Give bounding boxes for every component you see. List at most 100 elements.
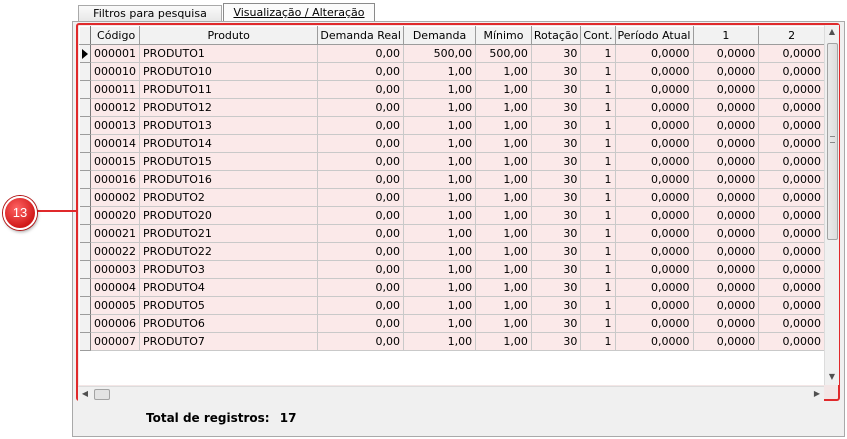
table-row[interactable]: 000004 PRODUTO4 0,00 1,00 1,00 30 1 0,0000 0,000… (79, 278, 825, 297)
tab-visualizacao[interactable]: Visualização / Alteração (223, 3, 375, 23)
grid-cell[interactable]: 1,00 (475, 134, 532, 153)
grid-cell[interactable]: PRODUTO1 (139, 44, 319, 63)
horizontal-scroll-thumb[interactable] (94, 389, 110, 400)
column-header-2[interactable]: 2 (758, 26, 825, 45)
table-row[interactable]: 000013 PRODUTO13 0,00 1,00 1,00 30 1 0,0000 0,00… (79, 116, 825, 135)
grid-cell[interactable]: 000003 (90, 260, 141, 279)
grid-cell[interactable]: 0,0000 (615, 296, 694, 315)
grid-cell[interactable]: 000005 (90, 296, 141, 315)
table-row[interactable]: 000010 PRODUTO10 0,00 1,00 1,00 30 1 0,0000 0,00… (79, 62, 825, 81)
grid-cell[interactable]: 0,0000 (758, 224, 825, 243)
grid-cell[interactable]: 1,00 (403, 116, 477, 135)
grid-cell[interactable]: PRODUTO7 (139, 332, 319, 351)
grid-cell[interactable]: 0,00 (317, 98, 404, 117)
grid-cell[interactable]: 1,00 (403, 188, 477, 207)
row-indicator-cell[interactable] (79, 296, 92, 315)
grid-cell[interactable]: 0,0000 (758, 134, 825, 153)
grid-cell[interactable]: 000007 (90, 332, 141, 351)
grid-cell[interactable]: 0,0000 (693, 152, 760, 171)
row-indicator-cell[interactable] (79, 80, 92, 99)
grid-cell[interactable]: 1 (580, 278, 616, 297)
row-indicator-cell[interactable] (79, 44, 92, 63)
table-row[interactable]: 000007 PRODUTO7 0,00 1,00 1,00 30 1 0,0000 0,000… (79, 332, 825, 351)
grid-cell[interactable]: 0,00 (317, 80, 404, 99)
grid-cell[interactable]: 0,0000 (615, 224, 694, 243)
column-header-periodo-atual[interactable]: Período Atual (614, 26, 694, 45)
row-indicator-cell[interactable] (79, 170, 92, 189)
column-header-codigo[interactable]: Código (90, 26, 141, 45)
grid-cell[interactable]: 1 (580, 152, 616, 171)
grid-cell[interactable]: 1 (580, 98, 616, 117)
table-row[interactable]: 000016 PRODUTO16 0,00 1,00 1,00 30 1 0,0000 0,00… (79, 170, 825, 189)
grid-cell[interactable]: 000014 (90, 134, 141, 153)
grid-cell[interactable]: PRODUTO4 (139, 278, 319, 297)
grid-cell[interactable]: 30 (531, 170, 582, 189)
grid-cell[interactable]: 0,0000 (693, 62, 760, 81)
grid-cell[interactable]: 1 (580, 314, 616, 333)
grid-cell[interactable]: 0,0000 (693, 332, 760, 351)
grid-cell[interactable]: 0,0000 (615, 314, 694, 333)
grid-cell[interactable]: 1,00 (475, 170, 532, 189)
grid-cell[interactable]: 1,00 (475, 296, 532, 315)
grid-cell[interactable]: 30 (531, 134, 582, 153)
grid-cell[interactable]: 0,0000 (693, 134, 760, 153)
grid-cell[interactable]: 1,00 (403, 134, 477, 153)
grid-cell[interactable]: 0,0000 (615, 134, 694, 153)
grid-cell[interactable]: 0,0000 (693, 314, 760, 333)
grid-cell[interactable]: 0,0000 (693, 188, 760, 207)
grid-cell[interactable]: 0,00 (317, 206, 404, 225)
grid-cell[interactable]: 1,00 (403, 206, 477, 225)
grid-cell[interactable]: 30 (531, 116, 582, 135)
table-row[interactable]: 000006 PRODUTO6 0,00 1,00 1,00 30 1 0,0000 0,000… (79, 314, 825, 333)
grid-cell[interactable]: 000022 (90, 242, 141, 261)
grid-cell[interactable]: 0,0000 (758, 242, 825, 261)
grid-cell[interactable]: 1 (580, 44, 616, 63)
grid-cell[interactable]: 30 (531, 332, 582, 351)
row-indicator-cell[interactable] (79, 278, 92, 297)
grid-cell[interactable]: 0,0000 (758, 152, 825, 171)
grid-cell[interactable]: 0,00 (317, 188, 404, 207)
grid-cell[interactable]: PRODUTO21 (139, 224, 319, 243)
grid-cell[interactable]: 0,0000 (615, 206, 694, 225)
grid-cell[interactable]: 30 (531, 152, 582, 171)
grid-cell[interactable]: 30 (531, 224, 582, 243)
grid-cell[interactable]: 0,0000 (693, 170, 760, 189)
grid-cell[interactable]: 0,00 (317, 134, 404, 153)
row-indicator-cell[interactable] (79, 134, 92, 153)
column-header-produto[interactable]: Produto (139, 26, 319, 45)
grid-cell[interactable]: 0,00 (317, 44, 404, 63)
grid-cell[interactable]: 1,00 (475, 152, 532, 171)
row-indicator-cell[interactable] (79, 98, 92, 117)
grid-cell[interactable]: 30 (531, 188, 582, 207)
table-row[interactable]: 000005 PRODUTO5 0,00 1,00 1,00 30 1 0,0000 0,000… (79, 296, 825, 315)
grid-cell[interactable]: 0,0000 (693, 44, 760, 63)
grid-cell[interactable]: 0,00 (317, 314, 404, 333)
row-indicator-cell[interactable] (79, 152, 92, 171)
grid-cell[interactable]: 30 (531, 260, 582, 279)
grid-cell[interactable]: 0,0000 (758, 188, 825, 207)
grid-cell[interactable]: 000011 (90, 80, 141, 99)
grid-cell[interactable]: 0,0000 (758, 314, 825, 333)
grid-cell[interactable]: 0,0000 (615, 260, 694, 279)
grid-cell[interactable]: 0,00 (317, 152, 404, 171)
grid-cell[interactable]: 0,0000 (758, 206, 825, 225)
grid-cell[interactable]: 000010 (90, 62, 141, 81)
arrow-right-icon[interactable]: ▶ (810, 387, 824, 401)
grid-cell[interactable]: 0,0000 (758, 80, 825, 99)
grid-cell[interactable]: 1,00 (403, 62, 477, 81)
grid-cell[interactable]: 1 (580, 170, 616, 189)
grid-cell[interactable]: PRODUTO22 (139, 242, 319, 261)
grid-cell[interactable]: 000012 (90, 98, 141, 117)
grid-cell[interactable]: 1,00 (475, 242, 532, 261)
grid-cell[interactable]: 0,0000 (693, 260, 760, 279)
grid-cell[interactable]: 0,0000 (758, 278, 825, 297)
grid-cell[interactable]: 000002 (90, 188, 141, 207)
arrow-left-icon[interactable]: ◀ (78, 387, 92, 401)
grid-cell[interactable]: 1,00 (475, 206, 532, 225)
grid-cell[interactable]: PRODUTO3 (139, 260, 319, 279)
row-indicator-cell[interactable] (79, 62, 92, 81)
grid-cell[interactable]: 1,00 (403, 296, 477, 315)
grid-cell[interactable]: PRODUTO6 (139, 314, 319, 333)
grid-cell[interactable]: 1,00 (403, 242, 477, 261)
grid-cell[interactable]: 0,0000 (758, 296, 825, 315)
